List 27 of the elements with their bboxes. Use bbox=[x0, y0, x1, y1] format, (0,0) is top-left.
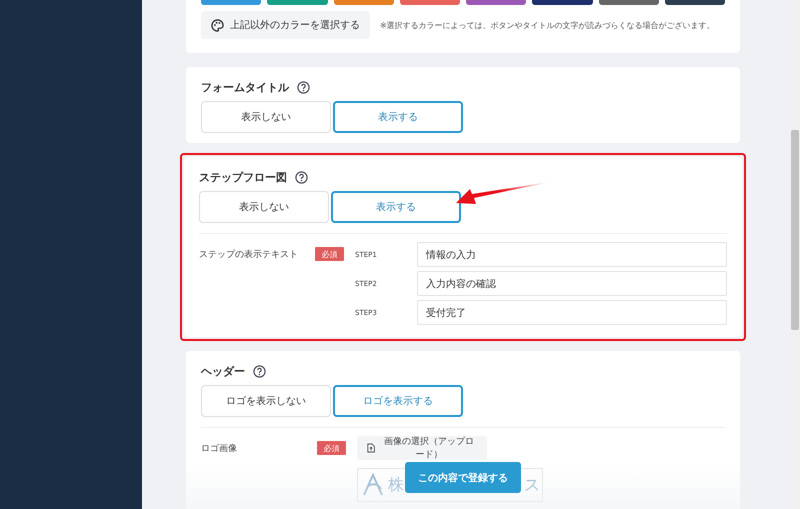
option-button[interactable]: ロゴを表示する bbox=[333, 385, 463, 417]
option-button[interactable]: 表示しない bbox=[201, 101, 331, 133]
help-icon[interactable] bbox=[297, 80, 310, 94]
palette-icon bbox=[211, 18, 224, 32]
option-button[interactable]: ロゴを表示しない bbox=[201, 385, 331, 417]
input-field[interactable]: 受付完了 bbox=[417, 300, 727, 325]
color-picker-button[interactable]: 上記以外のカラーを選択する bbox=[201, 11, 370, 39]
color-note: ※選択するカラーによっては、ボタンやタイトルの文字が読みづらくなる場合がございます。 bbox=[380, 20, 715, 30]
option-button[interactable]: 表示する bbox=[333, 101, 463, 133]
input-field[interactable]: 入力内容の確認 bbox=[417, 271, 727, 296]
field-label: ステップの表示テキスト bbox=[199, 248, 299, 261]
section-title: ステップフロー図 bbox=[199, 170, 287, 184]
field-label: ロゴ画像 bbox=[201, 442, 238, 455]
help-icon[interactable] bbox=[253, 364, 266, 378]
file-upload-icon bbox=[367, 442, 376, 454]
upload-button[interactable]: 画像の選択（アップロード） bbox=[357, 436, 487, 460]
required-badge: 必須 bbox=[315, 247, 344, 261]
required-badge: 必須 bbox=[317, 441, 346, 455]
input-field[interactable]: 情報の入力 bbox=[417, 242, 727, 267]
logo-icon bbox=[362, 473, 384, 497]
option-button[interactable]: 表示する bbox=[331, 191, 461, 223]
option-button[interactable]: 表示しない bbox=[199, 191, 329, 223]
logo-text: 株 bbox=[388, 474, 404, 496]
logo-text: ス bbox=[524, 474, 540, 496]
section-title: フォームタイトル bbox=[201, 80, 289, 94]
section-title: ヘッダー bbox=[201, 364, 245, 378]
help-icon[interactable] bbox=[295, 170, 308, 184]
